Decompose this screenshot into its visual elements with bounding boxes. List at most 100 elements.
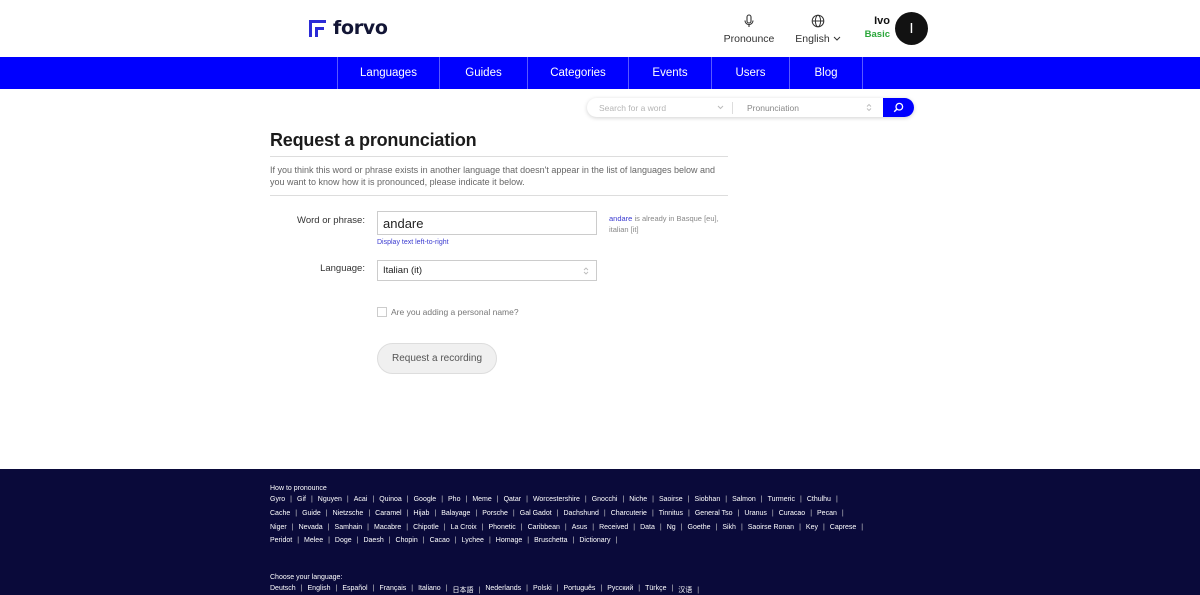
footer-word-link[interactable]: Balayage	[441, 510, 482, 517]
request-recording-button[interactable]: Request a recording	[377, 343, 497, 374]
nav-item-blog[interactable]: Blog	[790, 57, 863, 89]
footer-word-link[interactable]: Siobhan	[695, 496, 733, 503]
footer-language-link[interactable]: 日本語	[453, 585, 486, 595]
footer-word-link[interactable]: Caribbean	[528, 524, 572, 531]
footer-word-link[interactable]: Curacao	[779, 510, 817, 517]
footer-word-link[interactable]: Turmeric	[768, 496, 807, 503]
footer-word-link[interactable]: Charcuterie	[611, 510, 659, 517]
footer-word-link[interactable]: Chopin	[396, 537, 430, 544]
footer-word-link[interactable]: Meme	[472, 496, 503, 503]
footer-word-link[interactable]: Acai	[354, 496, 379, 503]
footer-word-link[interactable]: Goethe	[688, 524, 723, 531]
main-nav: Languages Guides Categories Events Users…	[0, 57, 1200, 89]
how-to-pronounce-label: How to pronounce	[270, 485, 327, 492]
word-input[interactable]	[377, 211, 597, 235]
footer-word-link[interactable]: Gif	[297, 496, 318, 503]
user-name[interactable]: Ivo	[864, 15, 890, 27]
footer-word-link[interactable]: Samhain	[335, 524, 374, 531]
footer-word-link[interactable]: Saoirse	[659, 496, 695, 503]
nav-item-languages[interactable]: Languages	[338, 57, 440, 89]
footer-word-link[interactable]: Gal Gadot	[520, 510, 564, 517]
footer-word-link[interactable]: Nevada	[299, 524, 335, 531]
footer-word-link[interactable]: Porsche	[482, 510, 520, 517]
footer-language-link[interactable]: Türkçe	[645, 585, 678, 595]
pronounce-link[interactable]: Pronounce	[724, 13, 774, 45]
existing-word-link[interactable]: andare	[609, 214, 632, 223]
footer-word-link[interactable]: Tinnitus	[659, 510, 695, 517]
footer-language-link[interactable]: Italiano	[418, 585, 452, 595]
footer-word-link[interactable]: Key	[806, 524, 830, 531]
footer-word-link[interactable]: Received	[599, 524, 640, 531]
language-select-value: Italian (it)	[383, 265, 423, 276]
display-ltr-link[interactable]: Display text left-to-right	[377, 239, 449, 246]
footer-word-link[interactable]: Doge	[335, 537, 364, 544]
footer-language-link[interactable]: Русский	[607, 585, 645, 595]
footer-word-link[interactable]: Saoirse Ronan	[748, 524, 806, 531]
footer-language-link[interactable]: Français	[379, 585, 418, 595]
footer-word-link[interactable]: Caprese	[830, 524, 868, 531]
footer-language-link[interactable]: Português	[564, 585, 608, 595]
footer-word-link[interactable]: Uranus	[744, 510, 778, 517]
footer-word-link[interactable]: Cacao	[430, 537, 462, 544]
search-divider	[732, 101, 733, 114]
nav-item-users[interactable]: Users	[712, 57, 790, 89]
footer-word-link[interactable]: Homage	[496, 537, 534, 544]
footer-word-link[interactable]: Hijab	[413, 510, 441, 517]
nav-item-guides[interactable]: Guides	[440, 57, 528, 89]
footer-language-link[interactable]: English	[308, 585, 343, 595]
personal-name-label: Are you adding a personal name?	[391, 307, 519, 317]
language-select[interactable]: Italian (it)	[377, 260, 597, 281]
footer-word-link[interactable]: Google	[414, 496, 448, 503]
footer-word-link[interactable]: Data	[640, 524, 667, 531]
footer-word-link[interactable]: Asus	[572, 524, 599, 531]
footer-word-link[interactable]: Worcestershire	[533, 496, 592, 503]
footer-language-link[interactable]: 汉语	[678, 585, 704, 595]
footer-word-link[interactable]: Ng	[667, 524, 688, 531]
search-button[interactable]	[883, 98, 914, 117]
footer-word-link[interactable]: Quinoa	[379, 496, 413, 503]
footer-word-link[interactable]: Macabre	[374, 524, 413, 531]
footer-language-link[interactable]: Deutsch	[270, 585, 308, 595]
footer-word-row: NigerNevadaSamhainMacabreChipotleLa Croi…	[270, 524, 868, 531]
footer-word-link[interactable]: Cache	[270, 510, 302, 517]
footer-word-link[interactable]: Caramel	[375, 510, 413, 517]
language-selector[interactable]: English	[795, 13, 841, 45]
footer-word-link[interactable]: Salmon	[732, 496, 768, 503]
footer-word-link[interactable]: Dachshund	[564, 510, 611, 517]
footer-word-link[interactable]: Dictionary	[579, 537, 622, 544]
footer-word-link[interactable]: Guide	[302, 510, 333, 517]
footer-word-link[interactable]: Daesh	[363, 537, 395, 544]
footer-word-link[interactable]: Bruschetta	[534, 537, 579, 544]
footer-word-link[interactable]: Nguyen	[318, 496, 354, 503]
footer-word-link[interactable]: Niger	[270, 524, 299, 531]
nav-item-events[interactable]: Events	[629, 57, 712, 89]
footer-language-link[interactable]: Nederlands	[485, 585, 533, 595]
footer-word-link[interactable]: Niche	[629, 496, 659, 503]
search-input[interactable]: Search for a word	[587, 103, 732, 113]
footer-word-link[interactable]: Cthulhu	[807, 496, 843, 503]
footer-word-link[interactable]: Phonetic	[488, 524, 527, 531]
footer-word-link[interactable]: General Tso	[695, 510, 744, 517]
header: forvo Pronounce English Ivo Basic I	[0, 0, 1200, 57]
personal-name-checkbox[interactable]	[377, 307, 387, 317]
divider	[270, 156, 728, 157]
logo[interactable]: forvo	[307, 17, 388, 39]
footer-word-link[interactable]: Pho	[448, 496, 472, 503]
footer-word-link[interactable]: La Croix	[451, 524, 489, 531]
footer-word-link[interactable]: Melee	[304, 537, 335, 544]
footer-word-link[interactable]: Gnocchi	[592, 496, 630, 503]
nav-item-categories[interactable]: Categories	[528, 57, 629, 89]
footer-language-link[interactable]: Español	[342, 585, 379, 595]
footer-word-link[interactable]: Lychee	[462, 537, 496, 544]
search-type-select[interactable]: Pronunciation	[735, 103, 880, 113]
footer-word-link[interactable]: Chipotle	[413, 524, 451, 531]
footer-word-link[interactable]: Nietzsche	[333, 510, 376, 517]
avatar[interactable]: I	[895, 12, 928, 45]
footer-word-link[interactable]: Sikh	[722, 524, 747, 531]
footer-word-link[interactable]: Qatar	[504, 496, 533, 503]
footer-word-link[interactable]: Pecan	[817, 510, 849, 517]
footer-language-link[interactable]: Polski	[533, 585, 564, 595]
intro-text: If you think this word or phrase exists …	[270, 165, 716, 187]
footer-word-link[interactable]: Gyro	[270, 496, 297, 503]
footer-word-link[interactable]: Peridot	[270, 537, 304, 544]
